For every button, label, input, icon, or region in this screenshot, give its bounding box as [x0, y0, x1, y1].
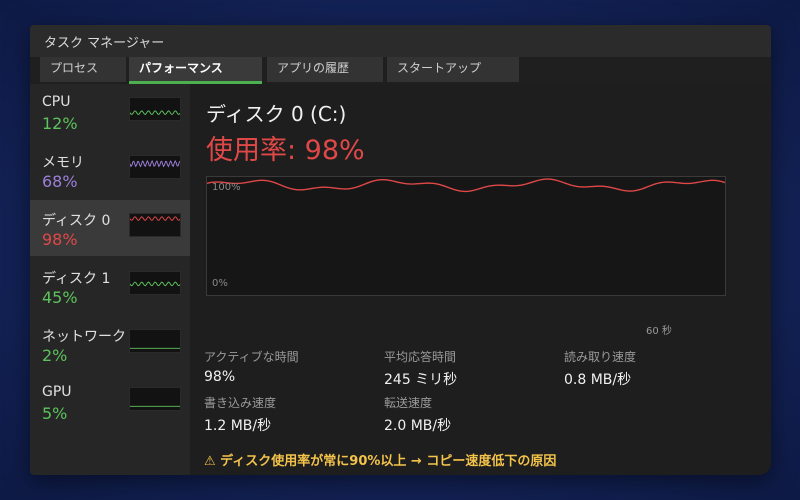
sidebar-item-label: ディスク 0: [42, 213, 111, 229]
sidebar-item-value: 68%: [42, 172, 78, 191]
graph-max-label: 100%: [212, 182, 241, 193]
tab-label: パフォーマンス: [139, 61, 223, 75]
stat-avg-response-time: 平均応答時間 245 ミリ秒: [384, 348, 457, 389]
tab-label: アプリの履歴: [277, 61, 350, 75]
stat-label: 平均応答時間: [384, 350, 457, 364]
disk-activity-graph: 100% 0%: [206, 176, 726, 296]
graph-time-label: 60 秒: [646, 326, 672, 337]
disk-0-mini-graph: [129, 213, 181, 237]
tab-processes[interactable]: プロセス: [40, 57, 126, 82]
stat-value: 1.2 MB/秒: [204, 418, 272, 434]
stat-active-time: アクティブな時間 98%: [204, 348, 299, 385]
cpu-mini-graph: [129, 97, 181, 121]
sidebar-item-disk-0[interactable]: ディスク 0 98%: [30, 200, 190, 256]
sidebar-item-label: CPU: [42, 94, 71, 110]
tab-label: スタートアップ: [397, 61, 482, 75]
sidebar-item-value: 12%: [42, 114, 78, 133]
performance-sidebar: CPU 12% メモリ 68% ディスク 0 98% ディスク 1 45% ネッ…: [30, 84, 190, 475]
disk-detail-panel: ディスク 0 (C:) 使用率: 98% 100% 0% 60 秒 アクティブな…: [190, 84, 771, 475]
sidebar-item-memory[interactable]: メモリ 68%: [30, 142, 190, 198]
stat-value: 2.0 MB/秒: [384, 418, 452, 434]
tab-performance[interactable]: パフォーマンス: [129, 57, 262, 84]
stat-value: 0.8 MB/秒: [564, 372, 632, 388]
sidebar-item-gpu[interactable]: GPU 5%: [30, 374, 190, 430]
task-manager-window: タスク マネージャー プロセス パフォーマンス アプリの履歴 スタートアップ C…: [30, 25, 771, 475]
stat-label: 読み取り速度: [564, 350, 637, 364]
sidebar-item-network[interactable]: ネットワーク 2%: [30, 316, 190, 372]
disk-1-mini-graph: [129, 271, 181, 295]
title-bar: タスク マネージャー: [30, 25, 771, 57]
memory-mini-graph: [129, 155, 181, 179]
sidebar-item-value: 2%: [42, 346, 68, 365]
gpu-mini-graph: [129, 387, 181, 411]
tab-label: プロセス: [50, 61, 99, 75]
warning-message: ⚠ ディスク使用率が常に90%以上 → コピー速度低下の原因: [204, 454, 557, 469]
sidebar-item-cpu[interactable]: CPU 12%: [30, 84, 190, 140]
stat-label: 書き込み速度: [204, 396, 277, 410]
sidebar-item-value: 5%: [42, 404, 68, 423]
sidebar-item-value: 98%: [42, 230, 78, 249]
network-mini-graph: [129, 329, 181, 353]
tab-app-history[interactable]: アプリの履歴: [267, 57, 383, 82]
sidebar-item-disk-1[interactable]: ディスク 1 45%: [30, 258, 190, 314]
stat-label: 転送速度: [384, 396, 433, 410]
sidebar-item-value: 45%: [42, 288, 78, 307]
tab-strip: プロセス パフォーマンス アプリの履歴 スタートアップ: [30, 57, 771, 84]
sidebar-item-label: ネットワーク: [42, 329, 126, 345]
stat-write-speed: 書き込み速度 1.2 MB/秒: [204, 394, 276, 435]
sidebar-item-label: ディスク 1: [42, 271, 111, 287]
stat-read-speed: 読み取り速度 0.8 MB/秒: [564, 348, 636, 389]
window-title: タスク マネージャー: [44, 35, 165, 51]
stat-label: アクティブな時間: [204, 350, 299, 364]
stat-value: 98%: [204, 369, 236, 385]
disk-activity-line: [207, 178, 725, 193]
disk-title: ディスク 0 (C:): [206, 102, 347, 126]
sidebar-item-label: メモリ: [42, 155, 84, 171]
tab-startup[interactable]: スタートアップ: [387, 57, 519, 82]
stat-value: 245 ミリ秒: [384, 372, 458, 388]
stat-transfer-rate: 転送速度 2.0 MB/秒: [384, 394, 451, 435]
disk-usage-text: 使用率: 98%: [206, 135, 365, 166]
graph-min-label: 0%: [212, 278, 228, 289]
sidebar-item-label: GPU: [42, 384, 72, 400]
